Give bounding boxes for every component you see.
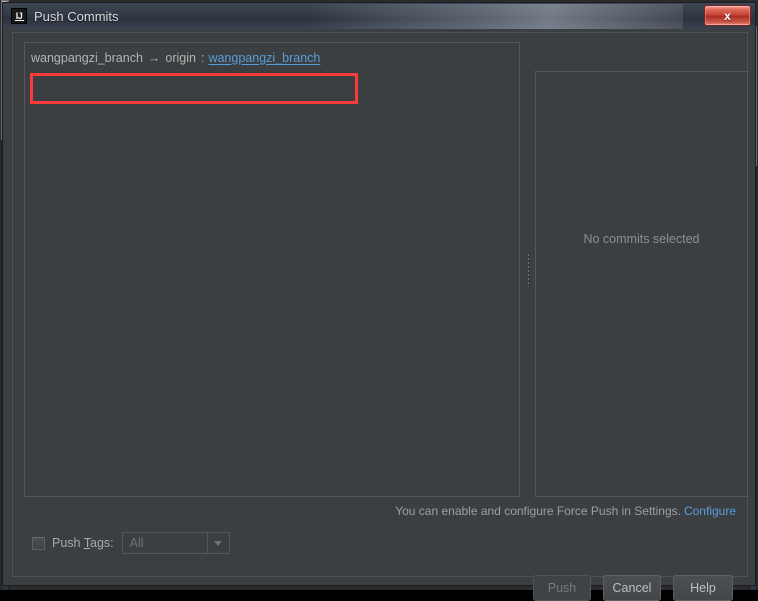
splitter-grip-icon	[527, 252, 530, 287]
push-tags-label: Push Tags:	[52, 536, 114, 550]
panel-splitter[interactable]	[524, 42, 533, 497]
cancel-button[interactable]: Cancel	[603, 575, 661, 601]
dialog-body: wangpangzi_branch → origin : wangpangzi_…	[2, 29, 756, 601]
intellij-app-icon: IJ	[11, 8, 27, 24]
target-branch-link[interactable]: wangpangzi_branch	[208, 51, 320, 65]
push-tags-select-value: All	[129, 536, 144, 550]
title-bar-highlight	[303, 4, 683, 29]
commit-details-panel: No commits selected	[535, 71, 748, 497]
push-button[interactable]: Push	[533, 575, 591, 601]
close-icon: x	[724, 8, 731, 23]
window-title: Push Commits	[34, 8, 119, 24]
push-commits-window: IJ Push Commits x wangpangzi_branch → or…	[0, 0, 758, 601]
title-bar: IJ Push Commits x	[2, 2, 756, 29]
push-tags-row: Push Tags: All	[32, 531, 230, 555]
push-tags-label-after: ags:	[90, 536, 114, 550]
dialog-button-bar: Push Cancel Help	[533, 575, 733, 601]
no-commits-selected-label: No commits selected	[583, 232, 700, 246]
push-tags-select[interactable]: All	[121, 532, 230, 554]
dialog-content-area: wangpangzi_branch → origin : wangpangzi_…	[12, 32, 748, 601]
close-button[interactable]: x	[704, 5, 751, 26]
push-tags-label-before: Push	[52, 536, 84, 550]
remote-name-label: origin	[165, 50, 196, 65]
commits-tree-panel[interactable]: wangpangzi_branch → origin : wangpangzi_…	[24, 42, 520, 497]
push-arrow-icon: →	[147, 50, 161, 65]
force-push-hint-text: You can enable and configure Force Push …	[395, 504, 681, 518]
remote-branch-separator: :	[200, 50, 205, 65]
push-tags-dropdown-button[interactable]	[206, 533, 229, 553]
source-branch-label: wangpangzi_branch	[31, 50, 143, 65]
help-button[interactable]: Help	[673, 575, 733, 601]
chevron-down-icon	[214, 540, 223, 546]
push-tags-checkbox[interactable]	[32, 536, 45, 550]
configure-link[interactable]: Configure	[684, 504, 736, 518]
repository-push-spec-row[interactable]: wangpangzi_branch → origin : wangpangzi_…	[31, 48, 320, 67]
force-push-hint: You can enable and configure Force Push …	[395, 504, 736, 518]
